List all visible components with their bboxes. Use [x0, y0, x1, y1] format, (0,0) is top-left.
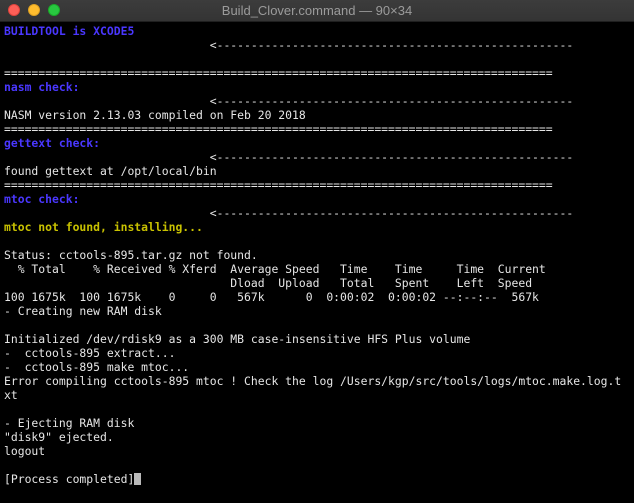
text-cursor: [134, 473, 142, 485]
terminal-line: ========================================…: [4, 66, 630, 80]
terminal-line-text: xt: [4, 388, 18, 402]
terminal-window: Build_Clover.command — 90×34 BUILDTOOL i…: [0, 0, 634, 503]
title-bar[interactable]: Build_Clover.command — 90×34: [0, 0, 634, 22]
terminal-line: - Ejecting RAM disk: [4, 416, 630, 430]
terminal-line-text: % Total % Received % Xferd Average Speed…: [4, 262, 546, 276]
terminal-line-text: - cctools-895 make mtoc...: [4, 360, 190, 374]
terminal-line: <---------------------------------------…: [4, 206, 630, 220]
terminal-line: mtoc not found, installing...: [4, 220, 630, 234]
terminal-output[interactable]: BUILDTOOL is XCODE5 <-------------------…: [4, 24, 630, 486]
terminal-line: - cctools-895 extract...: [4, 346, 630, 360]
terminal-line: Status: cctools-895.tar.gz not found.: [4, 248, 630, 262]
terminal-line-text: Status: cctools-895.tar.gz not found.: [4, 248, 258, 262]
terminal-line-text: mtoc check:: [4, 192, 80, 206]
terminal-line: Error compiling cctools-895 mtoc ! Check…: [4, 374, 630, 388]
terminal-line-text: logout: [4, 444, 46, 458]
terminal-line: [Process completed]: [4, 472, 630, 486]
terminal-line: <---------------------------------------…: [4, 94, 630, 108]
terminal-line-text: Error compiling cctools-895 mtoc ! Check…: [4, 374, 622, 388]
terminal-line: - Creating new RAM disk: [4, 304, 630, 318]
window-title: Build_Clover.command — 90×34: [221, 3, 413, 18]
terminal-line-text: ========================================…: [4, 122, 553, 136]
terminal-line-text: gettext check:: [4, 136, 101, 150]
terminal-line-text: <---------------------------------------…: [4, 206, 574, 220]
terminal-line-text: ========================================…: [4, 178, 553, 192]
terminal-line-text: Dload Upload Total Spent Left Speed: [4, 276, 533, 290]
terminal-line-text: - Ejecting RAM disk: [4, 416, 135, 430]
terminal-line: ========================================…: [4, 178, 630, 192]
terminal-line: Dload Upload Total Spent Left Speed: [4, 276, 630, 290]
terminal-line: Initialized /dev/rdisk9 as a 300 MB case…: [4, 332, 630, 346]
terminal-line-text: <---------------------------------------…: [4, 38, 574, 52]
terminal-line-text: "disk9" ejected.: [4, 430, 114, 444]
terminal-line: xt: [4, 388, 630, 402]
terminal-line: % Total % Received % Xferd Average Speed…: [4, 262, 630, 276]
terminal-line: NASM version 2.13.03 compiled on Feb 20 …: [4, 108, 630, 122]
terminal-line: - cctools-895 make mtoc...: [4, 360, 630, 374]
terminal-line: 100 1675k 100 1675k 0 0 567k 0 0:00:02 0…: [4, 290, 630, 304]
terminal-line-text: BUILDTOOL is XCODE5: [4, 24, 135, 38]
terminal-line: gettext check:: [4, 136, 630, 150]
terminal-line-text: - cctools-895 extract...: [4, 346, 176, 360]
terminal-line: ========================================…: [4, 122, 630, 136]
terminal-line: BUILDTOOL is XCODE5: [4, 24, 630, 38]
terminal-line-text: nasm check:: [4, 80, 80, 94]
terminal-line: nasm check:: [4, 80, 630, 94]
terminal-line: "disk9" ejected.: [4, 430, 630, 444]
terminal-line-text: Initialized /dev/rdisk9 as a 300 MB case…: [4, 332, 471, 346]
terminal-line-text: <---------------------------------------…: [4, 94, 574, 108]
terminal-line: <---------------------------------------…: [4, 150, 630, 164]
terminal-line-text: 100 1675k 100 1675k 0 0 567k 0 0:00:02 0…: [4, 290, 539, 304]
terminal-line: found gettext at /opt/local/bin: [4, 164, 630, 178]
terminal-line: <---------------------------------------…: [4, 38, 630, 52]
terminal-line-text: ========================================…: [4, 66, 553, 80]
terminal-line-text: found gettext at /opt/local/bin: [4, 164, 217, 178]
terminal-line-text: mtoc not found, installing...: [4, 220, 203, 234]
terminal-line-text: <---------------------------------------…: [4, 150, 574, 164]
terminal-line: logout: [4, 444, 630, 458]
terminal-line-text: - Creating new RAM disk: [4, 304, 162, 318]
terminal-line: mtoc check:: [4, 192, 630, 206]
terminal-line-text: NASM version 2.13.03 compiled on Feb 20 …: [4, 108, 306, 122]
terminal-line-text: [Process completed]: [4, 472, 135, 486]
